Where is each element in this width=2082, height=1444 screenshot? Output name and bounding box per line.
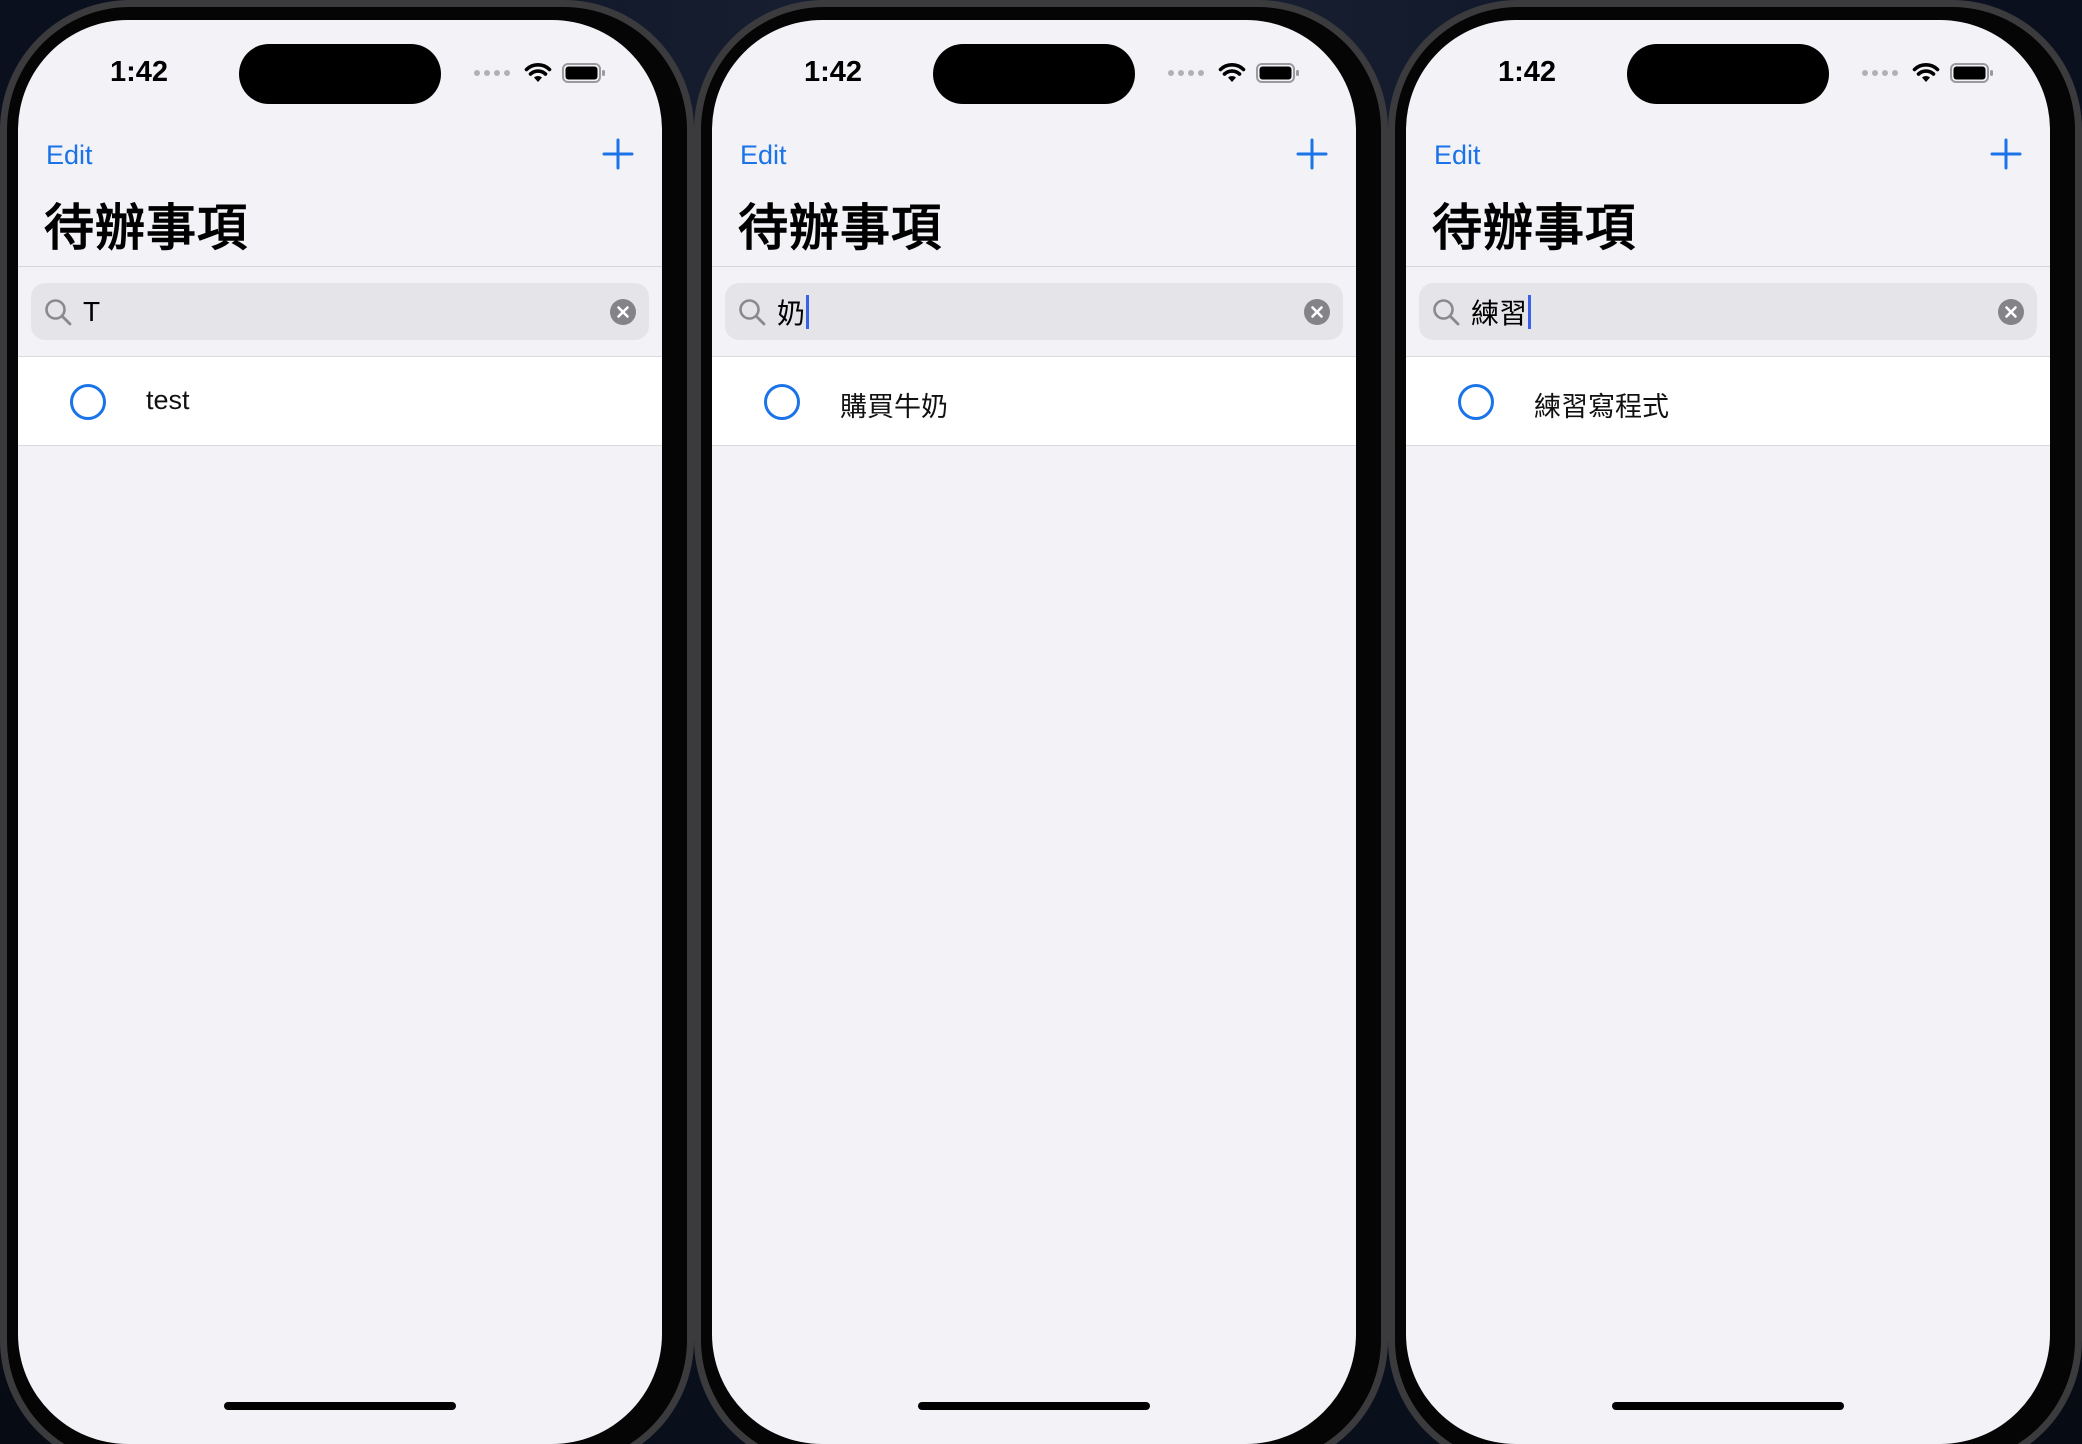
navigation-bar: Edit	[712, 120, 1356, 190]
search-input[interactable]: 奶	[777, 295, 810, 329]
search-field[interactable]: 練習	[1419, 283, 2037, 340]
home-indicator[interactable]	[224, 1402, 456, 1410]
page-title: 待辦事項	[738, 200, 942, 256]
list-item[interactable]: 購買牛奶	[712, 357, 1356, 445]
completion-circle-icon[interactable]	[70, 384, 106, 420]
todo-list: 購買牛奶	[712, 356, 1356, 446]
clear-icon[interactable]	[1997, 298, 2025, 326]
search-query: 奶	[777, 298, 806, 329]
text-caret	[1528, 295, 1532, 329]
dynamic-island	[933, 44, 1135, 104]
status-icons	[474, 62, 606, 84]
search-input[interactable]: T	[83, 295, 100, 329]
search-icon	[739, 299, 766, 326]
navigation-bar: Edit	[1406, 120, 2050, 190]
divider	[18, 266, 662, 267]
search-query: T	[83, 296, 101, 327]
status-icons	[1168, 62, 1300, 84]
screenshot-stage: 1:42 Edit 待辦事項 T test 1:42 Edit 待辦事項 奶 購…	[0, 0, 2082, 1444]
navigation-bar: Edit	[18, 120, 662, 190]
battery-icon	[1256, 63, 1299, 83]
edit-button[interactable]: Edit	[740, 140, 787, 171]
search-icon	[1433, 299, 1460, 326]
list-item[interactable]: test	[18, 357, 662, 445]
todo-title: test	[146, 385, 190, 415]
todo-list: 練習寫程式	[1406, 356, 2050, 446]
edit-button[interactable]: Edit	[1434, 140, 1481, 171]
phone-frame: 1:42 Edit	[0, 0, 694, 1444]
status-icons	[1862, 62, 1994, 84]
battery-icon	[562, 63, 605, 83]
page-title: 待辦事項	[44, 200, 248, 256]
phone-screen: 1:42 Edit	[712, 20, 1356, 1444]
home-indicator[interactable]	[918, 1402, 1150, 1410]
todo-title: 購買牛奶	[840, 392, 948, 422]
todo-title: 練習寫程式	[1534, 392, 1669, 422]
search-icon	[45, 299, 72, 326]
cellular-signal-icon	[1862, 70, 1898, 76]
wifi-icon	[1912, 63, 1940, 82]
status-time: 1:42	[804, 56, 863, 88]
dynamic-island	[1627, 44, 1829, 104]
completion-circle-icon[interactable]	[764, 384, 800, 420]
edit-button[interactable]: Edit	[46, 140, 93, 171]
list-item[interactable]: 練習寫程式	[1406, 357, 2050, 445]
phone-frame: 1:42 Edit	[694, 0, 1388, 1444]
status-time: 1:42	[110, 56, 169, 88]
dynamic-island	[239, 44, 441, 104]
status-time: 1:42	[1498, 56, 1557, 88]
phone-screen: 1:42 Edit	[18, 20, 662, 1444]
clear-icon[interactable]	[609, 298, 637, 326]
search-field[interactable]: T	[31, 283, 649, 340]
search-field[interactable]: 奶	[725, 283, 1343, 340]
completion-circle-icon[interactable]	[1458, 384, 1494, 420]
page-title: 待辦事項	[1432, 200, 1636, 256]
wifi-icon	[1218, 63, 1246, 82]
plus-icon[interactable]	[1986, 134, 2026, 174]
search-query: 練習	[1471, 298, 1528, 329]
home-indicator[interactable]	[1612, 1402, 1844, 1410]
plus-icon[interactable]	[1292, 134, 1332, 174]
cellular-signal-icon	[1168, 70, 1204, 76]
plus-icon[interactable]	[598, 134, 638, 174]
clear-icon[interactable]	[1303, 298, 1331, 326]
text-caret	[806, 295, 810, 329]
divider	[1406, 266, 2050, 267]
search-input[interactable]: 練習	[1471, 295, 1532, 329]
phone-frame: 1:42 Edit	[1388, 0, 2082, 1444]
cellular-signal-icon	[474, 70, 510, 76]
divider	[712, 266, 1356, 267]
todo-list: test	[18, 356, 662, 446]
phone-screen: 1:42 Edit	[1406, 20, 2050, 1444]
battery-icon	[1950, 63, 1993, 83]
wifi-icon	[524, 63, 552, 82]
